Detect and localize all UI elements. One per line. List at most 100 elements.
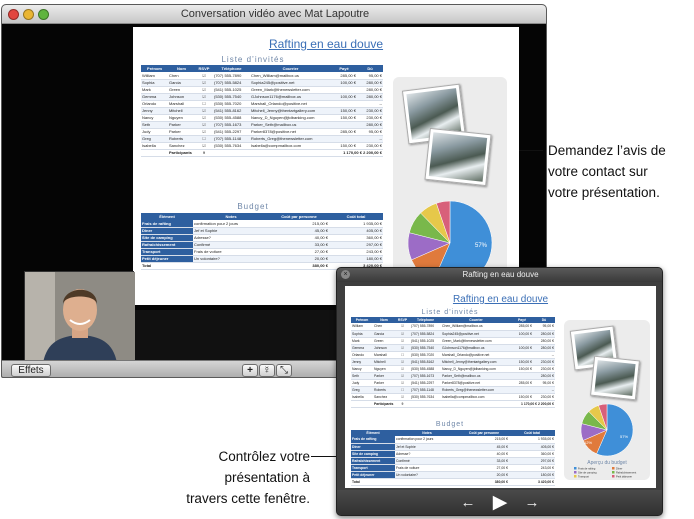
- guest-cell: Green_Mark@thenewsletter.com: [441, 337, 511, 345]
- guest-column-header: Payé: [331, 65, 357, 72]
- guests-heading: Liste d’invités: [221, 55, 285, 64]
- budget-cell: Un volontaire?: [193, 255, 269, 263]
- guest-cell: ☑: [395, 365, 410, 373]
- guest-cell: Johnson: [168, 93, 195, 101]
- participants-count: 9: [195, 148, 213, 157]
- presentation-title: Rafting en eau douve: [268, 37, 384, 51]
- guest-cell: 285,00 €: [331, 72, 357, 80]
- budget-total-row: Total 380,00 €3 420,00 €: [351, 477, 555, 486]
- guest-cell: Johnson: [373, 344, 395, 352]
- guest-row: Nancy Nguyen ☑ (530) 555-4588 Nancy_D_Nguyen…: [141, 114, 383, 122]
- budget-cell: 243,00 €: [509, 464, 555, 472]
- guest-row: Seth Parker ☑ (707) 555-1673 Parker_Seth@mai…: [141, 121, 383, 129]
- guest-cell: ☑: [195, 86, 213, 94]
- window-title: Conversation vidéo avec Mat Lapoutre: [180, 8, 370, 20]
- guest-cell: 150,00 €: [331, 114, 357, 122]
- guest-cell: (530) 555-7020: [213, 100, 250, 108]
- participants-label: Participants: [168, 148, 195, 157]
- play-icon[interactable]: ▶: [488, 492, 512, 514]
- guest-table: Prénom Nom RSVP Téléphone Courrier Payé Dû Wil…: [141, 65, 383, 157]
- budget-cell: Frais de rafting: [351, 436, 395, 444]
- guest-cell: (541) 555-1025: [410, 337, 441, 345]
- spacer-cell: [193, 261, 269, 270]
- budget-cell: 215,00 €: [459, 436, 509, 444]
- guest-cell: Nguyen: [168, 114, 195, 122]
- guest-cell: Parker8378@positive.net: [441, 379, 511, 387]
- guest-row: Greg Roberts ☐ (707) 555-1148 Roberts_Greg@t…: [141, 135, 383, 143]
- budget-cell: 405,00 €: [509, 443, 555, 451]
- guest-cell: ☑: [395, 379, 410, 387]
- participants-row: Participants 9 1 170,00 € 2 200,00 €: [351, 399, 555, 408]
- guest-cell: Marshall: [168, 100, 195, 108]
- guest-cell: 280,00 €: [533, 344, 555, 352]
- budget-cell: Dîner: [141, 227, 193, 235]
- budget-cell: Site de camping: [141, 234, 193, 242]
- guest-cell: Mark: [141, 86, 168, 94]
- guest-cell: [511, 337, 533, 345]
- legend-label: Transport: [578, 475, 589, 479]
- guest-row: Judy Parker ☑ (541) 555-2297 Parker8378@posi…: [351, 379, 555, 387]
- guest-cell: (707) 555-7890: [410, 323, 441, 331]
- callout-top-line-1: Demandez l’avis de: [548, 143, 666, 158]
- callout-top-line-2: votre contact sur: [548, 164, 648, 179]
- person-avatar-icon: [25, 272, 135, 363]
- budget-cell: Frais de voiture: [395, 464, 459, 472]
- guest-cell: ☑: [395, 372, 410, 380]
- budget-cell: Rafraîchissement: [141, 241, 193, 249]
- next-slide-icon[interactable]: →: [522, 493, 542, 513]
- guest-cell: (530) 555-4588: [410, 365, 441, 373]
- guest-cell: ☑: [395, 358, 410, 366]
- previous-slide-icon[interactable]: ←: [458, 493, 478, 513]
- effects-button[interactable]: Effets: [11, 364, 51, 377]
- guest-cell: 100,00 €: [511, 344, 533, 352]
- title-bar[interactable]: Conversation vidéo avec Mat Lapoutre: [2, 5, 546, 24]
- guest-cell: 280,00 €: [533, 372, 555, 380]
- guest-cell: Gemma: [351, 344, 373, 352]
- fullscreen-icon[interactable]: ⤡: [276, 364, 292, 377]
- guest-cell: 280,00 €: [357, 86, 383, 94]
- legend-swatch: [612, 467, 615, 470]
- guest-cell: Sophia245@positive.net: [250, 79, 331, 87]
- guest-cell: Isabella: [351, 393, 373, 401]
- guest-cell: 230,00 €: [533, 365, 555, 373]
- add-participant-button[interactable]: +: [242, 364, 258, 377]
- legend-swatch: [574, 475, 577, 478]
- guest-cell: --: [533, 386, 555, 394]
- control-title-bar[interactable]: × Rafting en eau douve: [337, 268, 662, 282]
- budget-column-header: Coût par personne: [269, 213, 329, 220]
- spacer-cell: [395, 477, 459, 486]
- guest-column-header: RSVP: [195, 65, 213, 72]
- callout-bottom: Contrôlez votre présentation à travers c…: [140, 446, 310, 509]
- guest-cell: Nancy: [351, 365, 373, 373]
- budget-cell: 360,00 €: [329, 234, 383, 242]
- guest-cell: Isabella@compmailbox.com: [250, 142, 331, 150]
- guest-cell: [511, 351, 533, 359]
- budget-column-header: Élément: [141, 213, 193, 220]
- budget-total-label: Total: [141, 261, 193, 270]
- guest-cell: 285,00 €: [331, 128, 357, 136]
- guest-cell: --: [533, 351, 555, 359]
- budget-column-header: Coût total: [329, 213, 383, 220]
- guest-cell: (707) 555-5824: [410, 330, 441, 338]
- guest-cell: Parker: [168, 121, 195, 129]
- participants-count: 9: [395, 399, 410, 408]
- guest-cell: Garcia: [373, 330, 395, 338]
- budget-row: Petit déjeuner Un volontaire? 20,00 €180,0…: [351, 471, 555, 479]
- preview-pie-label-main: 57%: [620, 434, 628, 439]
- self-view-webcam[interactable]: [24, 271, 135, 363]
- guest-cell: 150,00 €: [511, 393, 533, 401]
- guest-cell: (707) 555-1148: [410, 386, 441, 394]
- budget-cell: Adresse?: [193, 234, 269, 242]
- budget-cell: 1 935,00 €: [329, 220, 383, 228]
- mute-microphone-icon[interactable]: ☿: [259, 364, 275, 377]
- guest-cell: (541) 555-1025: [213, 86, 250, 94]
- guest-column-header: Dû: [357, 65, 383, 72]
- guest-row: Sophia Garcia ☑ (707) 555-5824 Sophia245@pos…: [141, 79, 383, 87]
- budget-row: Frais de rafting confirmation pour 2 jour…: [141, 220, 383, 228]
- guest-cell: (707) 555-1148: [213, 135, 250, 143]
- guest-cell: 280,00 €: [533, 337, 555, 345]
- guest-cell: (707) 555-7890: [213, 72, 250, 80]
- presentation-control-window: × Rafting en eau douve Rafting en eau do…: [336, 267, 663, 516]
- budget-cell: Confirmé: [193, 241, 269, 249]
- budget-heading: Budget: [237, 202, 269, 211]
